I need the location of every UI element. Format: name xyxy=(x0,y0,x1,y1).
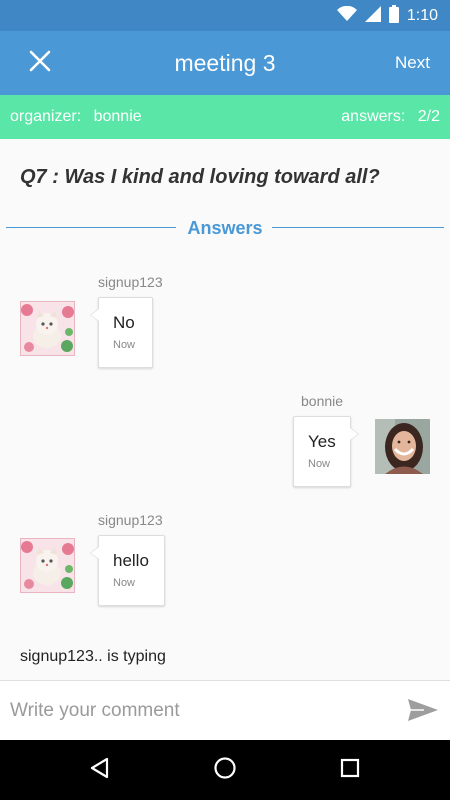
question-text: Q7 : Was I kind and loving toward all? xyxy=(20,166,380,188)
send-icon xyxy=(406,699,440,731)
wifi-icon xyxy=(336,5,357,27)
back-button[interactable] xyxy=(84,754,116,786)
typing-status: signup123.. is typing xyxy=(20,648,166,665)
kitten-avatar[interactable] xyxy=(20,538,75,593)
home-circle-icon xyxy=(213,756,237,785)
status-time: 1:10 xyxy=(406,7,438,24)
message-time: Now xyxy=(113,577,136,589)
chat-screen: 1:10 meeting 3 Next organizer: bonnie an… xyxy=(0,0,450,800)
kitten-avatar[interactable] xyxy=(20,301,75,356)
message-sender: signup123 xyxy=(98,512,163,528)
message-sender: signup123 xyxy=(98,274,163,290)
page-title: meeting 3 xyxy=(174,50,276,76)
status-bar: 1:10 xyxy=(0,0,450,31)
comment-input[interactable] xyxy=(10,691,390,731)
answers-heading: Answers xyxy=(187,218,263,238)
organizer-label: organizer: xyxy=(10,108,82,125)
system-nav-bar xyxy=(0,740,450,800)
back-triangle-icon xyxy=(88,756,112,785)
answers-count-label: answers: xyxy=(341,108,406,125)
toolbar: meeting 3 Next xyxy=(0,31,450,95)
woman-avatar[interactable] xyxy=(375,419,430,474)
message-text: hello xyxy=(113,551,149,570)
close-button[interactable] xyxy=(20,45,60,81)
message-sender: bonnie xyxy=(301,393,344,409)
divider-line-right xyxy=(272,227,444,228)
info-bar: organizer: bonnie answers: 2/2 xyxy=(0,95,450,139)
status-icons: 1:10 xyxy=(336,4,438,28)
message-text: No xyxy=(113,313,135,332)
organizer-value: bonnie xyxy=(93,108,142,125)
answers-divider: Answers xyxy=(6,216,444,240)
home-button[interactable] xyxy=(209,754,241,786)
battery-icon xyxy=(388,4,399,28)
cell-signal-icon xyxy=(364,5,381,27)
answers-count-value: 2/2 xyxy=(417,108,440,125)
message-bubble[interactable]: hello Now xyxy=(90,535,165,606)
message-time: Now xyxy=(113,339,136,351)
close-icon xyxy=(29,50,51,77)
send-button[interactable] xyxy=(406,693,442,729)
message-bubble[interactable]: Yes Now xyxy=(293,416,359,487)
comment-bar xyxy=(0,680,450,740)
answers-info: answers: 2/2 xyxy=(341,95,440,139)
next-button[interactable]: Next xyxy=(395,31,430,95)
message-time: Now xyxy=(308,458,331,470)
message-bubble[interactable]: No Now xyxy=(90,297,153,368)
message-text: Yes xyxy=(308,432,336,451)
organizer-info: organizer: bonnie xyxy=(10,95,142,139)
recents-square-icon xyxy=(338,756,362,785)
recents-button[interactable] xyxy=(334,754,366,786)
